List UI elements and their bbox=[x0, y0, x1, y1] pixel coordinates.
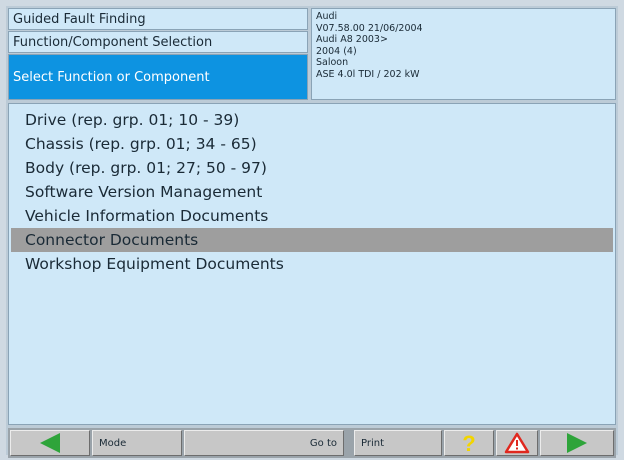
svg-text:?: ? bbox=[462, 432, 475, 454]
goto-label: Go to bbox=[309, 437, 337, 449]
list-item[interactable]: Software Version Management bbox=[9, 180, 615, 204]
list-item[interactable]: Vehicle Information Documents bbox=[9, 204, 615, 228]
engine-code: ASE 4.0l TDI / 202 kW bbox=[316, 68, 420, 80]
body-type: Saloon bbox=[316, 57, 349, 68]
back-button[interactable] bbox=[10, 430, 90, 456]
vehicle-model: Audi A8 2003> bbox=[316, 34, 388, 45]
list-item[interactable]: Drive (rep. grp. 01; 10 - 39) bbox=[9, 108, 615, 132]
goto-button[interactable]: Go to bbox=[184, 430, 344, 456]
bottom-toolbar: Mode Go to Print ? bbox=[8, 428, 616, 458]
function-list: Drive (rep. grp. 01; 10 - 39) Chassis (r… bbox=[8, 103, 616, 425]
list-item-selected[interactable]: Connector Documents bbox=[11, 228, 613, 252]
list-item[interactable]: Body (rep. grp. 01; 27; 50 - 97) bbox=[9, 156, 615, 180]
forward-button[interactable] bbox=[540, 430, 614, 456]
right-arrow-icon bbox=[567, 433, 587, 453]
vehicle-make: Audi bbox=[316, 11, 338, 22]
page-title: Guided Fault Finding bbox=[8, 8, 308, 30]
warning-icon bbox=[504, 432, 530, 454]
question-icon: ? bbox=[462, 432, 475, 454]
mode-label: Mode bbox=[99, 437, 127, 449]
software-version: V07.58.00 21/06/2004 bbox=[316, 22, 423, 34]
vehicle-info-panel: Audi V07.58.00 21/06/2004 Audi A8 2003> … bbox=[311, 8, 616, 100]
print-label: Print bbox=[361, 437, 385, 449]
left-arrow-icon bbox=[40, 433, 60, 453]
mode-button[interactable]: Mode bbox=[92, 430, 182, 456]
list-item[interactable]: Chassis (rep. grp. 01; 34 - 65) bbox=[9, 132, 615, 156]
model-year: 2004 (4) bbox=[316, 45, 357, 57]
print-button[interactable]: Print bbox=[354, 430, 442, 456]
page-subtitle: Function/Component Selection bbox=[8, 31, 308, 53]
list-item[interactable]: Workshop Equipment Documents bbox=[9, 252, 615, 276]
selection-prompt: Select Function or Component bbox=[8, 54, 308, 100]
help-button[interactable]: ? bbox=[444, 430, 494, 456]
warning-button[interactable] bbox=[496, 430, 538, 456]
